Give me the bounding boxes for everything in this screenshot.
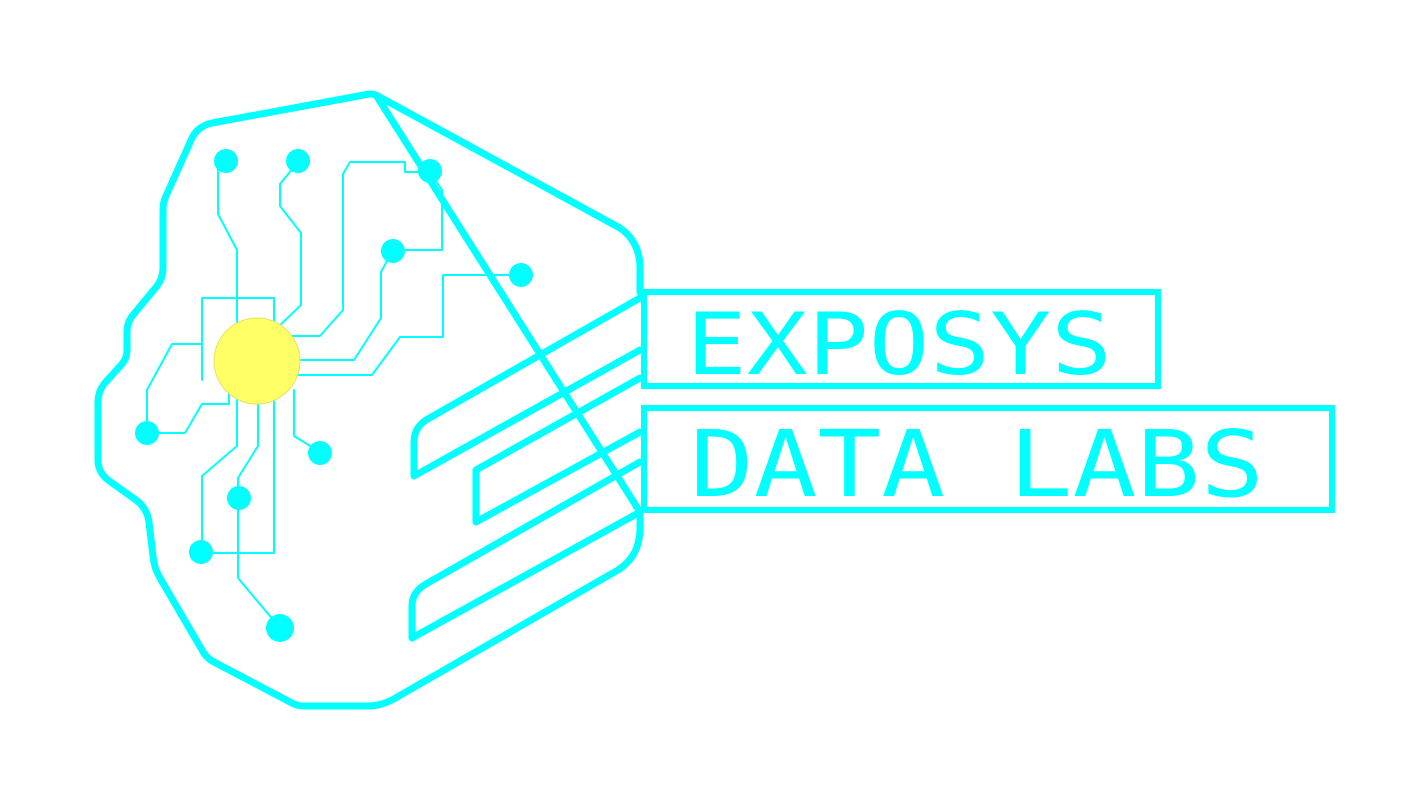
circuit-node <box>286 149 310 173</box>
circuit-node <box>189 540 213 564</box>
brain-outline <box>94 90 644 710</box>
circuit-node <box>308 441 332 465</box>
wordmark: EXPOSYS DATA LABS <box>641 289 1335 518</box>
brain-circuit-key-icon <box>94 90 644 710</box>
circuit-node <box>135 421 159 445</box>
circuit-node <box>381 239 405 263</box>
circuit-node <box>227 486 251 510</box>
brand-line-1: EXPOSYS <box>686 295 1112 395</box>
circuit-node <box>418 159 442 183</box>
exposys-logo: EXPOSYS DATA LABS <box>94 90 1335 710</box>
circuit-node <box>266 614 294 642</box>
key-bit-3 <box>408 458 644 642</box>
circuit-node <box>214 149 238 173</box>
circuit-core-node <box>213 317 301 405</box>
circuit-node <box>509 263 533 287</box>
brand-line-2: DATA LABS <box>690 411 1264 518</box>
